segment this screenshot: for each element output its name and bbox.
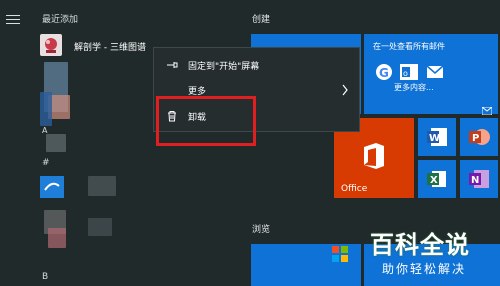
mail-small-icon xyxy=(481,100,493,116)
outlook-icon: o xyxy=(400,64,418,80)
tile-onenote[interactable]: N xyxy=(460,160,498,198)
mail-tile-title: 在一处查看所有邮件 xyxy=(373,42,445,51)
tile-powerpoint[interactable]: P xyxy=(460,118,498,156)
svg-text:P: P xyxy=(472,133,479,144)
blurred-app-icon xyxy=(46,134,66,152)
office-tile-label: Office xyxy=(341,184,368,194)
highlight-box xyxy=(156,96,256,146)
watermark-title: 百科全说 xyxy=(370,231,470,259)
recently-added-heading: 最近添加 xyxy=(42,15,79,25)
blurred-app-label xyxy=(88,176,116,196)
blurred-app-icon xyxy=(40,92,52,126)
svg-text:W: W xyxy=(429,133,440,144)
tile-group-create-label: 创建 xyxy=(252,15,271,25)
svg-text:X: X xyxy=(430,175,438,186)
tile-excel[interactable]: X xyxy=(418,160,456,198)
office-icon xyxy=(362,142,386,170)
watermark-subtitle: 助你轻松解决 xyxy=(382,262,467,276)
svg-text:G: G xyxy=(379,66,389,80)
group-heading-hash: # xyxy=(42,158,50,168)
blurred-app-icon xyxy=(48,228,66,248)
store-logo-icon xyxy=(332,246,348,262)
pin-label: 固定到"开始"屏幕 xyxy=(188,62,260,72)
pin-icon xyxy=(166,59,178,71)
mail-tile-more: 更多内容... xyxy=(394,83,434,92)
chevron-right-icon xyxy=(341,84,349,96)
google-icon: G xyxy=(376,64,392,80)
tile-word[interactable]: W xyxy=(418,118,456,156)
app-icon-blue[interactable] xyxy=(40,176,64,198)
tile-mail[interactable]: 在一处查看所有邮件 G o 更多内容... xyxy=(364,34,498,116)
tile-group-browse-label: 浏览 xyxy=(252,225,271,235)
hamburger-menu-icon[interactable] xyxy=(6,15,20,25)
svg-text:N: N xyxy=(471,175,479,186)
app-item-anatomy[interactable]: 解剖学 - 三维图谱 xyxy=(74,40,146,53)
svg-text:o: o xyxy=(403,69,408,78)
blurred-app-label xyxy=(88,218,112,236)
envelope-icon xyxy=(426,64,444,80)
group-heading-b: B xyxy=(42,272,49,282)
menu-item-pin-to-start[interactable]: 固定到"开始"屏幕 xyxy=(154,53,359,77)
app-icon-anatomy xyxy=(40,34,62,56)
